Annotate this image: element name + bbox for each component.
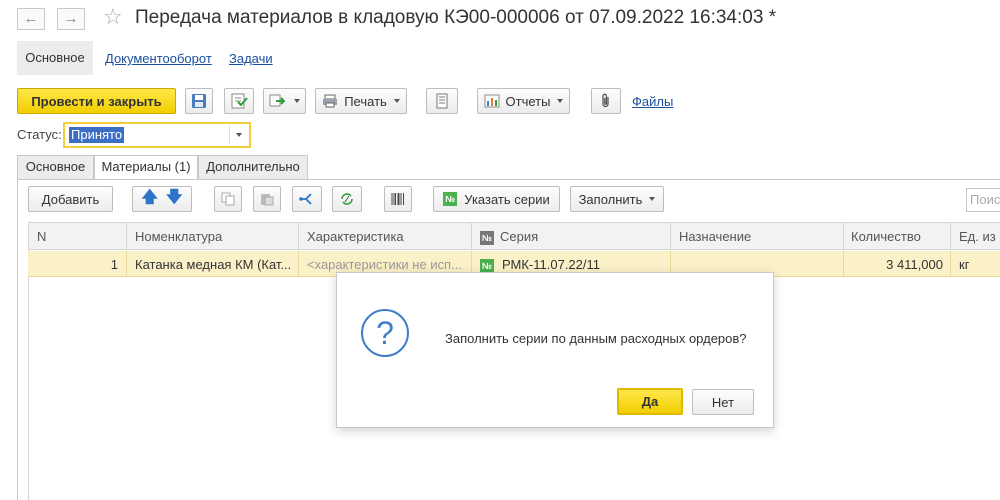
paperclip-icon <box>602 93 609 108</box>
status-label: Статус: <box>17 127 62 142</box>
column-n[interactable]: N <box>37 229 46 244</box>
search-input[interactable]: Поиск <box>966 188 1000 212</box>
files-link[interactable]: Файлы <box>632 94 673 109</box>
forward-button[interactable]: → <box>57 8 85 30</box>
tab-panel-left-border <box>17 179 18 500</box>
favorite-star-icon[interactable]: ☆ <box>103 5 123 29</box>
structure-button[interactable] <box>426 88 458 114</box>
barcode-icon <box>391 193 404 205</box>
arrow-right-icon: → <box>63 10 79 27</box>
status-field[interactable]: Принято <box>63 122 251 148</box>
arrow-left-icon: ← <box>23 10 39 27</box>
cell-series-value: РМК-11.07.22/11 <box>502 257 601 272</box>
create-based-icon <box>269 94 286 107</box>
fill-button[interactable]: Заполнить <box>570 186 664 212</box>
print-label: Печать <box>344 93 387 109</box>
post-button[interactable] <box>224 88 254 114</box>
specify-series-label: Указать серии <box>464 191 550 207</box>
document-list-icon <box>436 93 448 109</box>
reports-button[interactable]: Отчеты <box>477 88 570 114</box>
column-purpose[interactable]: Назначение <box>679 229 751 244</box>
back-button[interactable]: ← <box>17 8 45 30</box>
cell-n: 1 <box>110 257 118 272</box>
paste-button[interactable] <box>253 186 281 212</box>
add-label: Добавить <box>41 191 100 207</box>
fill-label: Заполнить <box>578 191 643 207</box>
question-icon: ? <box>361 309 409 357</box>
copy-button[interactable] <box>214 186 242 212</box>
confirm-dialog: ? Заполнить серии по данным расходных ор… <box>336 272 774 428</box>
chevron-down-icon[interactable] <box>229 126 250 144</box>
column-item[interactable]: Номенклатура <box>135 229 222 244</box>
no-label: Нет <box>711 394 735 410</box>
arrow-down-icon[interactable]: 🡇 <box>166 186 182 213</box>
dialog-message: Заполнить серии по данным расходных орде… <box>445 331 747 346</box>
split-icon <box>299 193 312 205</box>
paste-icon <box>261 194 274 206</box>
add-button[interactable]: Добавить <box>28 186 113 212</box>
column-series-label: Серия <box>500 229 539 244</box>
tab-form-main[interactable]: Основное <box>17 155 94 179</box>
move-buttons: 🡅 🡇 <box>132 186 192 212</box>
cell-item: Катанка медная КМ (Кат... <box>135 257 292 272</box>
serial-number-icon: № <box>480 258 494 273</box>
cell-quantity: 3 411,000 <box>886 257 943 272</box>
copy-icon <box>221 192 235 206</box>
create-based-on-button[interactable] <box>263 88 306 114</box>
window-title: Передача материалов в кладовую КЭ00-0000… <box>135 7 777 28</box>
column-unit[interactable]: Ед. из <box>959 229 996 244</box>
post-and-close-button[interactable]: Провести и закрыть <box>17 88 176 114</box>
print-button[interactable]: Печать <box>315 88 407 114</box>
post-document-icon <box>231 93 248 109</box>
tab-form-additional[interactable]: Дополнительно <box>198 155 308 179</box>
post-and-close-label: Провести и закрыть <box>31 93 162 109</box>
column-series[interactable]: № Серия <box>480 229 538 245</box>
split-line-button[interactable] <box>292 186 322 212</box>
save-icon <box>192 94 206 108</box>
barcode-button[interactable] <box>384 186 412 212</box>
serial-number-icon: № <box>443 192 458 206</box>
reports-icon <box>484 94 500 108</box>
yes-label: Да <box>641 394 659 409</box>
column-quantity[interactable]: Количество <box>851 229 921 244</box>
yes-button[interactable]: Да <box>617 388 683 415</box>
table-header: N Номенклатура Характеристика № Серия Наз… <box>28 222 1000 250</box>
serial-number-icon: № <box>480 230 494 245</box>
reports-label: Отчеты <box>505 93 551 109</box>
tab-tasks[interactable]: Задачи <box>229 51 273 66</box>
refresh-percent-icon <box>341 193 353 205</box>
cell-series: № РМК-11.07.22/11 <box>480 257 665 273</box>
printer-icon <box>323 94 338 108</box>
arrow-up-icon[interactable]: 🡅 <box>142 186 158 213</box>
cell-unit: кг <box>959 257 970 272</box>
status-value: Принято <box>69 127 125 143</box>
attach-button[interactable] <box>591 88 621 114</box>
column-characteristic[interactable]: Характеристика <box>307 229 404 244</box>
tab-form-materials[interactable]: Материалы (1) <box>94 155 198 180</box>
specify-series-button[interactable]: № Указать серии <box>433 186 560 212</box>
tab-docflow[interactable]: Документооборот <box>105 51 212 66</box>
save-button[interactable] <box>185 88 213 114</box>
cell-characteristic: <характеристики не исп... <box>307 257 462 272</box>
no-button[interactable]: Нет <box>692 389 754 415</box>
tab-panel-border <box>17 179 1000 180</box>
recalculate-button[interactable] <box>332 186 362 212</box>
tab-main[interactable]: Основное <box>17 41 93 75</box>
